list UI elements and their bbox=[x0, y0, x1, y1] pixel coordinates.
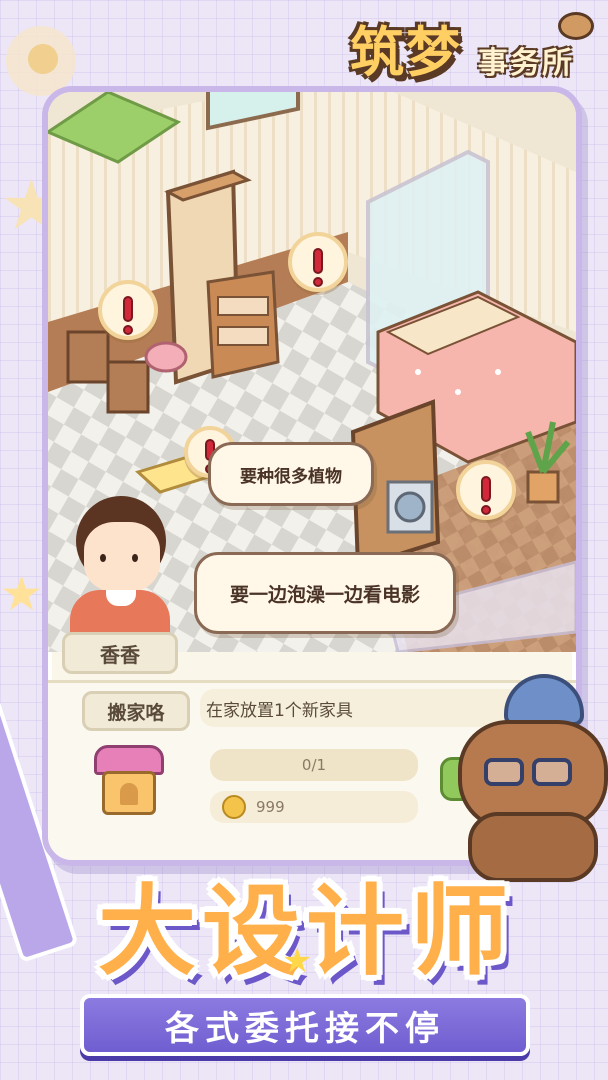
bear-mascot-icon bbox=[558, 12, 594, 40]
speech-bubble-bath-movie: 要一边泡澡一边看电影 bbox=[194, 552, 456, 634]
star-icon: ★ bbox=[282, 941, 313, 981]
bear-mascot bbox=[448, 672, 608, 882]
star-icon: ★ bbox=[0, 566, 44, 622]
task-progress-bar: 0/1 bbox=[210, 749, 418, 781]
character-name-tag: 香香 bbox=[62, 632, 178, 674]
task-progress-text: 0/1 bbox=[301, 756, 327, 774]
promo-tagline: 各式委托接不停 bbox=[165, 1008, 445, 1049]
game-logo: 筑梦 事务所 bbox=[350, 8, 600, 88]
speech-bubble-plants: 要种很多植物 bbox=[208, 442, 374, 506]
logo-main: 筑梦 bbox=[350, 21, 462, 84]
house-icon bbox=[88, 743, 170, 817]
reward-field: 999 bbox=[210, 791, 418, 823]
exclamation-icon[interactable] bbox=[288, 232, 348, 292]
exclamation-icon[interactable] bbox=[456, 460, 516, 520]
promo-tagline-ribbon: 各式委托接不停 bbox=[80, 994, 530, 1056]
coin-icon bbox=[222, 795, 246, 819]
character-avatar[interactable] bbox=[58, 482, 178, 652]
task-tab[interactable]: 搬家咯 bbox=[82, 691, 190, 731]
paw-icon bbox=[28, 44, 58, 74]
reward-amount: 999 bbox=[256, 798, 285, 816]
logo-sub: 事务所 bbox=[478, 46, 574, 81]
exclamation-icon[interactable] bbox=[98, 280, 158, 340]
